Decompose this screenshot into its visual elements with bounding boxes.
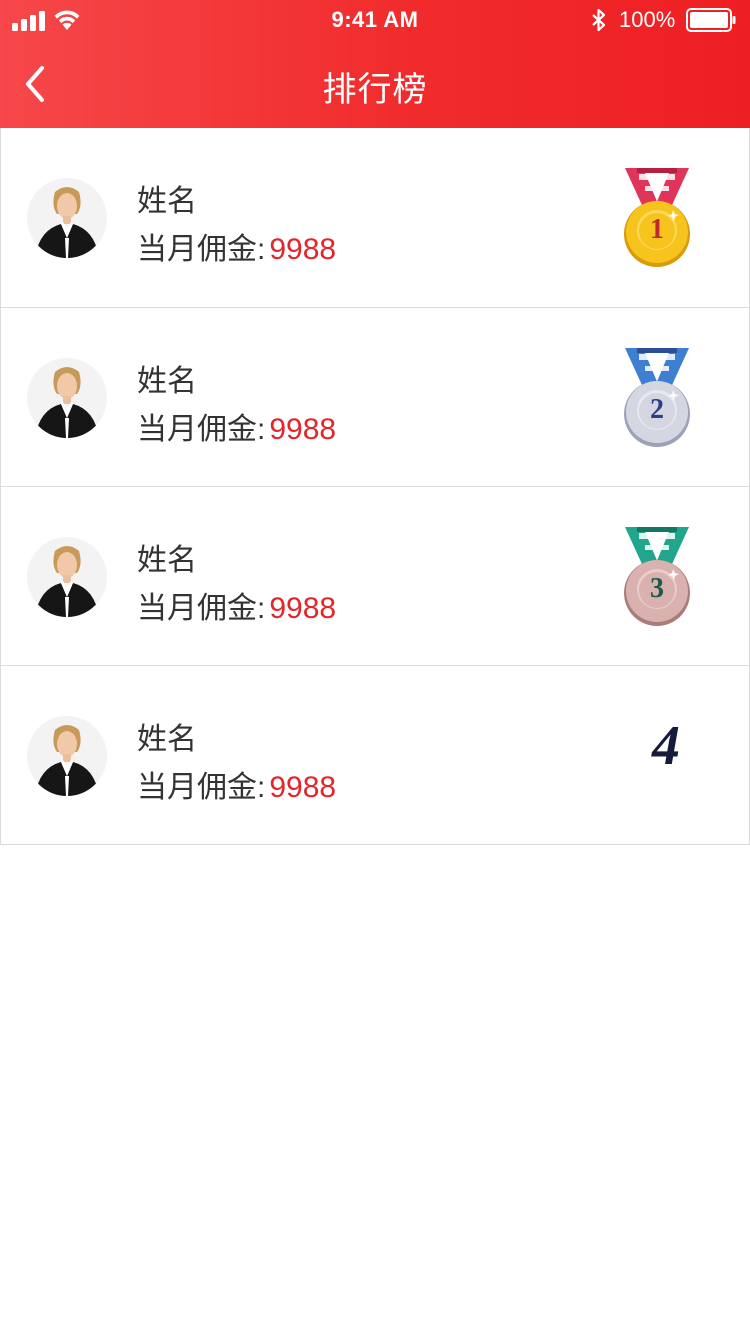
ranking-row[interactable]: 姓名当月佣金: 9988 2 (0, 308, 750, 487)
status-bar: 9:41 AM 100% (0, 0, 750, 40)
gold-medal-icon: 1 (619, 166, 695, 270)
ranking-row[interactable]: 姓名当月佣金: 9988 3 (0, 487, 750, 666)
medal-number: 3 (650, 573, 664, 604)
medal-number: 1 (650, 214, 664, 245)
ranking-row[interactable]: 姓名当月佣金: 9988 1 (0, 128, 750, 308)
bluetooth-icon (592, 8, 606, 32)
avatar (27, 358, 107, 438)
navigation-bar: 排行榜 (0, 40, 750, 128)
avatar (27, 178, 107, 258)
user-name: 姓名 (137, 723, 197, 756)
monthly-commission: 当月佣金: 9988 (137, 583, 336, 627)
avatar (27, 537, 107, 617)
battery-icon (686, 8, 736, 32)
user-name: 姓名 (137, 185, 197, 218)
commission-value: 9988 (269, 413, 337, 446)
app-header: 9:41 AM 100% 排行榜 (0, 0, 750, 128)
avatar (27, 716, 107, 796)
silver-medal-icon: 2 (619, 346, 695, 450)
user-name: 姓名 (137, 544, 197, 577)
battery-percent: 100% (619, 7, 676, 32)
rank-number: 4 (652, 715, 680, 777)
monthly-commission: 当月佣金: 9988 (137, 762, 336, 806)
commission-label: 当月佣金: (137, 771, 266, 804)
monthly-commission: 当月佣金: 9988 (137, 404, 336, 448)
commission-value: 9988 (269, 771, 337, 804)
user-name: 姓名 (137, 365, 197, 398)
ranking-row[interactable]: 姓名当月佣金: 9988 4 (0, 666, 750, 845)
bronze-medal-icon: 3 (619, 525, 695, 629)
page-title: 排行榜 (322, 71, 428, 109)
commission-label: 当月佣金: (137, 233, 266, 266)
commission-value: 9988 (269, 233, 337, 266)
commission-label: 当月佣金: (137, 592, 266, 625)
monthly-commission: 当月佣金: 9988 (137, 224, 336, 268)
commission-label: 当月佣金: (137, 413, 266, 446)
medal-number: 2 (650, 394, 664, 425)
ranking-list: 姓名 当月佣金: 9988 1 姓名 当月佣金: 9988 2 姓名 当月佣金: 9988 3 姓名 当月… (0, 128, 750, 845)
commission-value: 9988 (269, 592, 337, 625)
